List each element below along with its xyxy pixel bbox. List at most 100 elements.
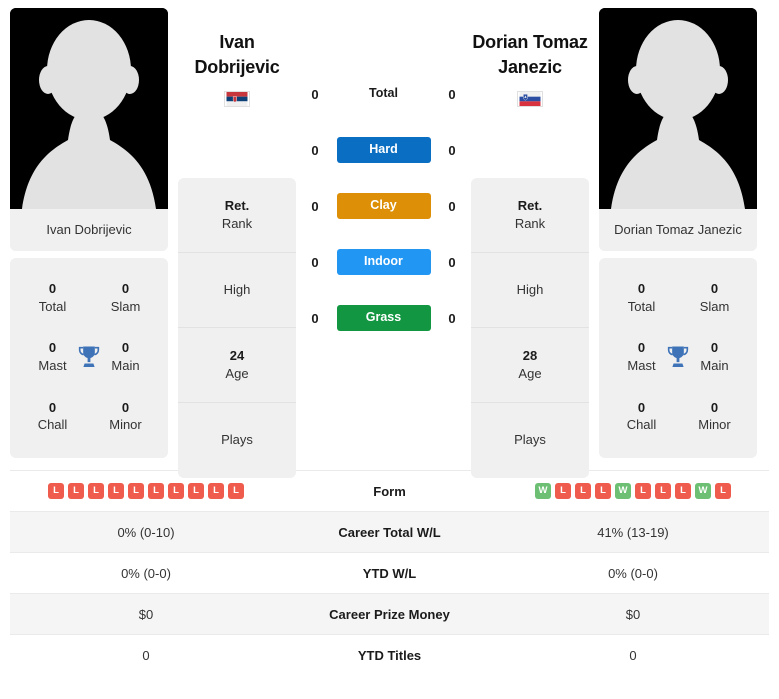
form-badge-l: L: [715, 483, 731, 499]
form-badge-l: L: [68, 483, 84, 499]
left-career-total-wl: 0% (0-10): [117, 524, 175, 540]
right-player-name-line2: Janezic: [498, 56, 562, 77]
row-label-ytd-titles: YTD Titles: [357, 647, 422, 663]
value: 0: [48, 281, 57, 297]
value: 0: [710, 281, 719, 297]
right-info-plays: Plays: [471, 403, 589, 478]
right-titles-slam: 0 Slam: [678, 268, 751, 327]
table-row-ytd-wl: 0% (0-0) YTD W/L 0% (0-0): [10, 552, 769, 594]
value: 0: [637, 281, 646, 297]
right-info-high: High: [471, 253, 589, 328]
right-career-prize-money: $0: [625, 606, 641, 622]
player-comparison-page: Ivan Dobrijevic 0 Total 0 Slam 0 Mast 0 …: [0, 0, 779, 699]
trophy-icon: [667, 346, 689, 368]
form-badge-w: W: [695, 483, 711, 499]
value: 24: [229, 347, 245, 363]
row-label-form: Form: [373, 483, 406, 499]
right-player-titles-card: 0 Total 0 Slam 0 Mast 0 Main 0 Chall 0 M…: [599, 258, 757, 458]
right-surface-value-clay: 0: [448, 198, 456, 214]
left-player-photo-card[interactable]: Ivan Dobrijevic: [10, 8, 168, 251]
value: 0: [710, 399, 719, 415]
slovenia-flag-icon: [517, 90, 543, 107]
surface-label-clay[interactable]: Clay: [336, 193, 431, 219]
left-info-plays: Plays: [178, 403, 296, 478]
label: Minor: [698, 417, 731, 433]
right-player-name-block: Dorian Tomaz Janezic: [471, 8, 589, 178]
left-surface-value-hard: 0: [311, 142, 319, 158]
left-player-photo: [10, 8, 168, 209]
right-titles-chall: 0 Chall: [605, 387, 678, 446]
surface-row-total: 0 Total 0: [306, 66, 461, 122]
label: Total: [38, 298, 67, 314]
form-badge-l: L: [228, 483, 244, 499]
value: 0: [48, 399, 57, 415]
form-badge-l: L: [168, 483, 184, 499]
row-label-ytd-wl: YTD W/L: [362, 565, 417, 581]
left-titles-grid: 0 Total 0 Slam 0 Mast 0 Main 0 Chall 0 M…: [16, 268, 162, 446]
right-surface-value-grass: 0: [448, 310, 456, 326]
right-ytd-titles: 0: [629, 647, 637, 663]
label: High: [223, 281, 251, 297]
table-row-career-total-wl: 0% (0-10) Career Total W/L 41% (13-19): [10, 511, 769, 553]
left-titles-total: 0 Total: [16, 268, 89, 327]
right-career-total-wl: 41% (13-19): [597, 524, 669, 540]
surface-row-hard: 0 Hard 0: [306, 122, 461, 178]
form-badge-l: L: [128, 483, 144, 499]
label: Age: [518, 366, 542, 381]
right-titles-total: 0 Total: [605, 268, 678, 327]
left-career-prize-money: $0: [138, 606, 154, 622]
left-player-column: Ivan Dobrijevic 0 Total 0 Slam 0 Mast 0 …: [10, 8, 168, 458]
label: Plays: [514, 432, 546, 448]
label: Chall: [37, 417, 68, 433]
label: Plays: [221, 432, 253, 448]
label: Minor: [109, 417, 142, 433]
left-info-age: 24 Age: [178, 328, 296, 403]
surface-label-grass[interactable]: Grass: [336, 305, 431, 331]
form-badge-l: L: [188, 483, 204, 499]
left-info-high: High: [178, 253, 296, 328]
label: Chall: [626, 417, 657, 433]
right-player-column: Dorian Tomaz Janezic 0 Total 0 Slam 0 Ma…: [599, 8, 757, 458]
left-titles-chall: 0 Chall: [16, 387, 89, 446]
label: Slam: [110, 298, 141, 314]
right-info-age: 28 Age: [471, 328, 589, 403]
value: 0: [637, 399, 646, 415]
table-row-form: LLLLLLLLLL Form WLLLWLLLWL: [10, 470, 769, 512]
form-badge-l: L: [575, 483, 591, 499]
left-surface-value-clay: 0: [311, 198, 319, 214]
table-row-ytd-titles: 0 YTD Titles 0: [10, 634, 769, 676]
left-form-strip: LLLLLLLLLL: [10, 483, 282, 499]
right-player-photo: [599, 8, 757, 209]
serbia-flag-icon: [224, 90, 250, 107]
comparison-table: LLLLLLLLLL Form WLLLWLLLWL 0% (0-10) Car…: [10, 470, 769, 676]
right-surface-value-total: 0: [448, 86, 456, 102]
form-badge-l: L: [148, 483, 164, 499]
left-player-info-card: Ret. Rank High 24 Age Plays: [178, 178, 296, 478]
form-badge-l: L: [555, 483, 571, 499]
label: Rank: [514, 216, 546, 231]
right-form-strip: WLLLWLLLWL: [497, 483, 769, 499]
right-player-info-column: Dorian Tomaz Janezic Ret. Rank High 28 A…: [471, 8, 589, 478]
label: Slam: [699, 298, 730, 314]
form-badge-l: L: [48, 483, 64, 499]
right-titles-grid: 0 Total 0 Slam 0 Mast 0 Main 0 Chall 0 M…: [605, 268, 751, 446]
right-player-info-card: Ret. Rank High 28 Age Plays: [471, 178, 589, 478]
form-badge-l: L: [108, 483, 124, 499]
left-info-rank: Ret. Rank: [178, 178, 296, 253]
left-surface-value-grass: 0: [311, 310, 319, 326]
surface-label-hard[interactable]: Hard: [336, 137, 431, 163]
right-surface-value-indoor: 0: [448, 254, 456, 270]
avatar-placeholder-icon: [10, 8, 168, 209]
left-player-photo-caption: Ivan Dobrijevic: [10, 209, 168, 251]
value: Ret.: [517, 197, 543, 213]
surface-label-total: Total: [369, 86, 398, 101]
surface-label-indoor[interactable]: Indoor: [336, 249, 431, 275]
form-badge-w: W: [615, 483, 631, 499]
avatar-placeholder-icon: [599, 8, 757, 209]
right-titles-minor: 0 Minor: [678, 387, 751, 446]
right-player-photo-card[interactable]: Dorian Tomaz Janezic: [599, 8, 757, 251]
left-player-name-line1: Ivan: [219, 32, 255, 52]
surface-row-grass: 0 Grass 0: [306, 290, 461, 346]
label: Age: [225, 366, 249, 381]
value: 0: [121, 281, 130, 297]
